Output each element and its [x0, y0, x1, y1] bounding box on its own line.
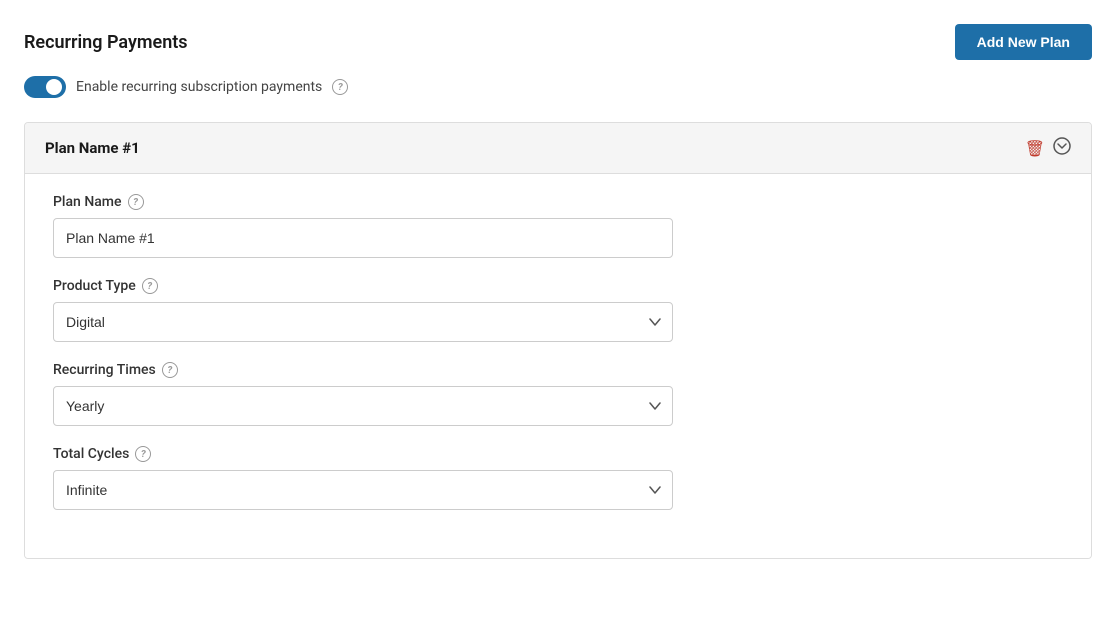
plan-name-help-icon[interactable]: ? — [128, 194, 144, 210]
total-cycles-label: Total Cycles ? — [53, 446, 1063, 462]
recurring-times-select-wrapper: Daily Weekly Monthly Yearly — [53, 386, 673, 426]
plan-card-body: Plan Name ? Product Type ? Digital Physi… — [25, 174, 1091, 558]
product-type-label-text: Product Type — [53, 278, 136, 294]
toggle-label: Enable recurring subscription payments — [76, 79, 322, 95]
toggle-row: Enable recurring subscription payments ? — [24, 76, 1092, 98]
total-cycles-help-icon[interactable]: ? — [135, 446, 151, 462]
total-cycles-select-wrapper: Infinite 1 2 3 6 12 — [53, 470, 673, 510]
recurring-times-help-icon[interactable]: ? — [162, 362, 178, 378]
recurring-times-label: Recurring Times ? — [53, 362, 1063, 378]
plan-card-actions: 🗑 — [1025, 137, 1071, 159]
total-cycles-group: Total Cycles ? Infinite 1 2 3 6 12 — [53, 446, 1063, 510]
plan-card-title: Plan Name #1 — [45, 139, 140, 157]
plan-name-group: Plan Name ? — [53, 194, 1063, 258]
plan-name-input[interactable] — [53, 218, 673, 258]
product-type-label: Product Type ? — [53, 278, 1063, 294]
total-cycles-select[interactable]: Infinite 1 2 3 6 12 — [53, 470, 673, 510]
plan-name-label-text: Plan Name — [53, 194, 122, 210]
plan-card: Plan Name #1 🗑 Plan Name ? — [24, 122, 1092, 559]
product-type-group: Product Type ? Digital Physical Service — [53, 278, 1063, 342]
product-type-select-wrapper: Digital Physical Service — [53, 302, 673, 342]
page-title: Recurring Payments — [24, 32, 188, 53]
product-type-select[interactable]: Digital Physical Service — [53, 302, 673, 342]
toggle-help-icon[interactable]: ? — [332, 79, 348, 95]
plan-name-label: Plan Name ? — [53, 194, 1063, 210]
product-type-help-icon[interactable]: ? — [142, 278, 158, 294]
toggle-thumb — [46, 79, 62, 95]
collapse-plan-icon[interactable] — [1053, 137, 1071, 159]
add-new-plan-button[interactable]: Add New Plan — [955, 24, 1092, 60]
delete-plan-icon[interactable]: 🗑 — [1025, 139, 1045, 158]
recurring-times-label-text: Recurring Times — [53, 362, 156, 378]
recurring-payments-toggle[interactable] — [24, 76, 66, 98]
total-cycles-label-text: Total Cycles — [53, 446, 129, 462]
recurring-times-select[interactable]: Daily Weekly Monthly Yearly — [53, 386, 673, 426]
toggle-track — [24, 76, 66, 98]
plan-card-header: Plan Name #1 🗑 — [25, 123, 1091, 174]
page-header: Recurring Payments Add New Plan — [24, 24, 1092, 60]
recurring-times-group: Recurring Times ? Daily Weekly Monthly Y… — [53, 362, 1063, 426]
page-container: Recurring Payments Add New Plan Enable r… — [0, 0, 1116, 633]
